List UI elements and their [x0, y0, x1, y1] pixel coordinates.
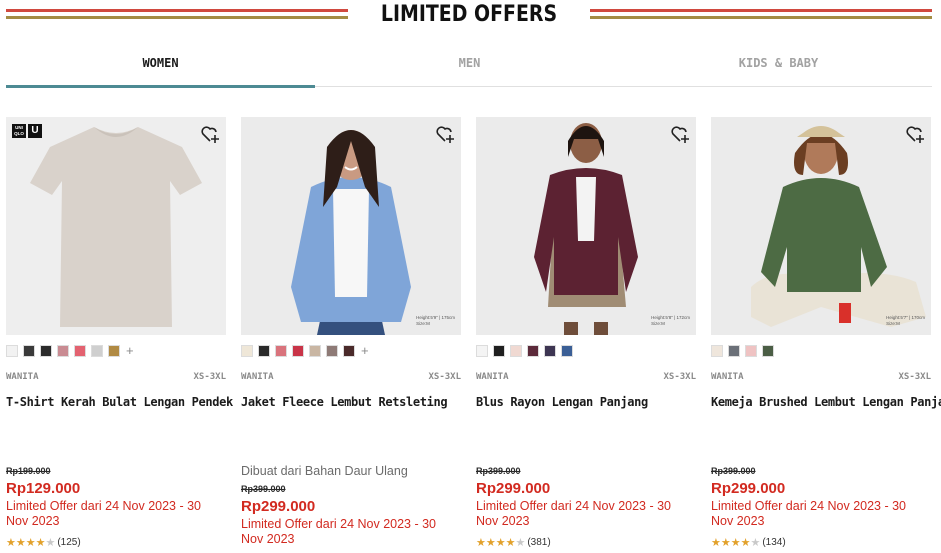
rating: ★★★★★ (125) [6, 536, 81, 549]
color-swatch[interactable] [326, 345, 338, 357]
offer-period: Limited Offer dari 24 Nov 2023 - 30 Nov … [6, 499, 202, 528]
product-name[interactable]: T-Shirt Kerah Bulat Lengan Pendek [6, 395, 234, 409]
color-swatch[interactable] [91, 345, 103, 357]
color-swatch[interactable] [309, 345, 321, 357]
product-card[interactable]: UNI QLO U + WANITA XS-3XL T-Shirt Kerah Bu… [6, 117, 233, 553]
original-price: Rp399.000 [476, 466, 521, 476]
product-image[interactable]: Height:5'8" | 172cm Size:M [476, 117, 696, 335]
sale-price: Rp299.000 [241, 498, 316, 515]
header-stripes-right [590, 9, 932, 21]
category-tabs: WOMEN MEN KIDS & BABY [6, 50, 933, 88]
product-meta: WANITA XS-3XL [6, 372, 226, 384]
tab-men[interactable]: MEN [315, 50, 624, 87]
size-range: XS-3XL [898, 372, 931, 382]
offer-period: Limited Offer dari 24 Nov 2023 - 30 Nov … [241, 517, 437, 546]
model-size-note: Height:5'9" | 175cm Size:M [416, 315, 455, 326]
tab-women[interactable]: WOMEN [6, 50, 315, 88]
product-name[interactable]: Jaket Fleece Lembut Retsleting [241, 395, 469, 409]
product-image[interactable]: Height:5'7" | 170cm Size:M [711, 117, 931, 335]
gender-label: WANITA [241, 372, 274, 382]
section-title: LIMITED OFFERS [380, 2, 558, 27]
color-swatch[interactable] [258, 345, 270, 357]
model-size-note: Height:5'8" | 172cm Size:M [651, 315, 690, 326]
rating: ★★★★★ (381) [476, 536, 551, 549]
tab-kids-baby[interactable]: KIDS & BABY [624, 50, 933, 87]
product-card[interactable]: Height:5'8" | 172cm Size:M WANITA XS-3XL… [476, 117, 696, 553]
rating: ★★★★★ (134) [711, 536, 786, 549]
offer-period: Limited Offer dari 24 Nov 2023 - 30 Nov … [476, 499, 672, 528]
sale-price: Rp299.000 [476, 480, 551, 497]
original-price: Rp399.000 [711, 466, 756, 476]
product-card[interactable]: Height:5'9" | 175cm Size:M + WANITA XS-3… [241, 117, 461, 553]
limited-offers-header: LIMITED OFFERS [0, 0, 941, 30]
color-swatch[interactable] [108, 345, 120, 357]
color-swatch[interactable] [762, 345, 774, 357]
color-swatches [711, 345, 774, 357]
star-rating-icon: ★★★★★ [711, 537, 761, 549]
review-count: (125) [57, 537, 81, 548]
product-meta: WANITA XS-3XL [711, 372, 931, 384]
color-swatch[interactable] [275, 345, 287, 357]
gender-label: WANITA [476, 372, 509, 382]
gender-label: WANITA [711, 372, 744, 382]
product-feature: Dibuat dari Bahan Daur Ulang [241, 464, 408, 478]
heart-plus-icon[interactable] [200, 124, 220, 144]
color-swatches: + [6, 344, 134, 357]
color-swatch[interactable] [476, 345, 488, 357]
color-swatch[interactable] [544, 345, 556, 357]
size-range: XS-3XL [193, 372, 226, 382]
product-name[interactable]: Blus Rayon Lengan Panjang [476, 395, 704, 409]
header-stripes-left [6, 9, 348, 21]
product-meta: WANITA XS-3XL [241, 372, 461, 384]
review-count: (134) [762, 537, 786, 548]
heart-plus-icon[interactable] [670, 124, 690, 144]
product-meta: WANITA XS-3XL [476, 372, 696, 384]
color-swatch[interactable] [745, 345, 757, 357]
sale-price: Rp299.000 [711, 480, 786, 497]
product-image[interactable]: UNI QLO U [6, 117, 226, 335]
model-size-note: Height:5'7" | 170cm Size:M [886, 315, 925, 326]
gender-label: WANITA [6, 372, 39, 382]
size-range: XS-3XL [663, 372, 696, 382]
heart-plus-icon[interactable] [435, 124, 455, 144]
color-swatch[interactable] [40, 345, 52, 357]
color-swatch[interactable] [74, 345, 86, 357]
color-swatch[interactable] [728, 345, 740, 357]
color-swatch[interactable] [241, 345, 253, 357]
color-swatch[interactable] [343, 345, 355, 357]
color-swatch[interactable] [510, 345, 522, 357]
color-swatches [476, 345, 573, 357]
uniqlo-u-logo: UNI QLO U [12, 124, 42, 138]
color-swatch[interactable] [527, 345, 539, 357]
star-rating-icon: ★★★★★ [476, 537, 526, 549]
color-swatch[interactable] [57, 345, 69, 357]
color-swatches: + [241, 344, 369, 357]
product-name[interactable]: Kemeja Brushed Lembut Lengan Panjang [711, 395, 941, 409]
plus-icon[interactable]: + [361, 344, 369, 357]
offer-period: Limited Offer dari 24 Nov 2023 - 30 Nov … [711, 499, 907, 528]
star-rating-icon: ★★★★★ [6, 537, 56, 549]
color-swatch[interactable] [711, 345, 723, 357]
heart-plus-icon[interactable] [905, 124, 925, 144]
review-count: (381) [527, 537, 551, 548]
sale-price: Rp129.000 [6, 480, 81, 497]
product-image[interactable]: Height:5'9" | 175cm Size:M [241, 117, 461, 335]
original-price: Rp399.000 [241, 484, 286, 494]
size-range: XS-3XL [428, 372, 461, 382]
color-swatch[interactable] [561, 345, 573, 357]
color-swatch[interactable] [493, 345, 505, 357]
plus-icon[interactable]: + [126, 344, 134, 357]
product-card[interactable]: Height:5'7" | 170cm Size:M WANITA XS-3XL… [711, 117, 941, 553]
color-swatch[interactable] [6, 345, 18, 357]
color-swatch[interactable] [23, 345, 35, 357]
color-swatch[interactable] [292, 345, 304, 357]
original-price: Rp199.000 [6, 466, 51, 476]
